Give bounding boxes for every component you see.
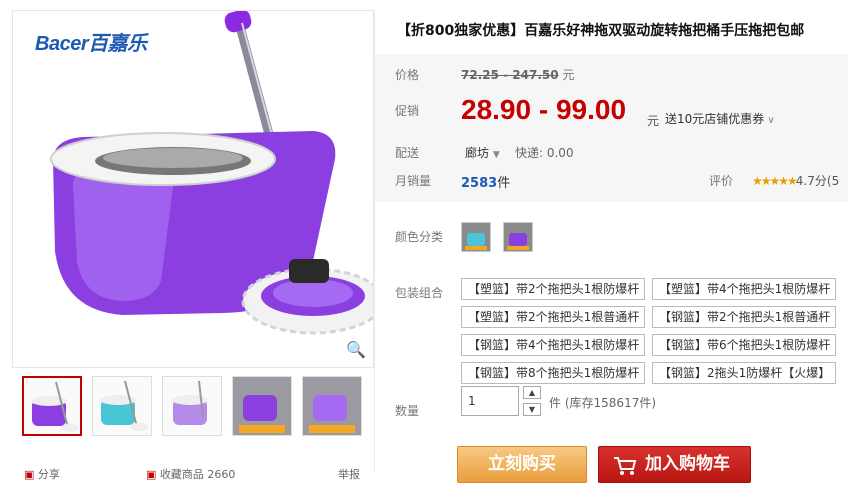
share-icon: ▣ — [24, 468, 35, 481]
promo-label: 促销 — [395, 104, 420, 118]
thumbnail-2[interactable] — [92, 376, 152, 436]
favorite-link[interactable]: ▣ 收藏商品 2660 — [146, 466, 235, 482]
package-option[interactable]: 【塑篮】带4个拖把头1根防爆杆 — [652, 278, 836, 300]
quantity-decrease-button[interactable]: ▼ — [523, 403, 541, 416]
package-option[interactable]: 【钢篮】带2个拖把头1根普通杆 — [652, 306, 836, 328]
rating-link[interactable]: ★★★★★4.7分(5 — [752, 172, 839, 189]
sales-label: 月销量 — [395, 174, 432, 188]
report-link[interactable]: 举报 — [338, 466, 360, 482]
express-fee: 快递: 0.00 — [515, 146, 574, 160]
monthly-sales: 2583件 — [461, 176, 511, 191]
quantity-label: 数量 — [395, 404, 420, 418]
thumbnail-3[interactable] — [162, 376, 222, 436]
buy-now-button[interactable]: 立刻购买 — [457, 446, 587, 483]
package-option[interactable]: 【塑篮】带2个拖把头1根普通杆 — [461, 306, 645, 328]
rating-stars: ★★★★★ — [752, 174, 798, 188]
share-link[interactable]: ▣ 分享 — [24, 466, 60, 482]
color-swatch-teal[interactable] — [461, 222, 491, 252]
package-option[interactable]: 【钢篮】带4个拖把头1根防爆杆 — [461, 334, 645, 356]
price-label: 价格 — [395, 68, 420, 82]
favorite-icon: ▣ — [146, 468, 157, 481]
ship-from-select[interactable]: 廊坊 ▼ — [465, 144, 500, 161]
quantity-increase-button[interactable]: ▲ — [523, 386, 541, 399]
color-swatch-purple[interactable] — [503, 222, 533, 252]
original-price: 72.25 - 247.50 元 — [461, 68, 575, 82]
thumbnail-5[interactable] — [302, 376, 362, 436]
promo-price: 28.90 - 99.00 — [461, 94, 627, 125]
chevron-down-icon: ∨ — [764, 115, 775, 126]
add-to-cart-button[interactable]: 加入购物车 — [598, 446, 751, 483]
gallery-actions: ▣ 分享 ▣ 收藏商品 2660 举报 — [12, 466, 374, 483]
price-panel: 价格 72.25 - 247.50 元 促销 28.90 - 99.00 元 送… — [375, 54, 848, 202]
package-option[interactable]: 【塑篮】带2个拖把头1根防爆杆 — [461, 278, 645, 300]
product-info: 【折800独家优惠】百嘉乐好神拖双驱动旋转拖把桶手压拖把包邮 价格 72.25 … — [374, 10, 848, 483]
main-product-image[interactable]: Bacer百嘉乐 🔍 — [12, 10, 374, 368]
favorite-count: 2660 — [207, 468, 236, 481]
coupon-dropdown[interactable]: 送10元店铺优惠券 ∨ — [665, 110, 775, 127]
thumbnail-1[interactable] — [22, 376, 82, 436]
promo-unit: 元 — [647, 114, 660, 128]
color-label: 颜色分类 — [395, 230, 444, 244]
ship-label: 配送 — [395, 146, 420, 160]
mop-bucket-illustration — [50, 11, 373, 335]
package-label: 包装组合 — [395, 286, 444, 300]
caret-down-icon: ▼ — [492, 150, 500, 160]
product-title: 【折800独家优惠】百嘉乐好神拖双驱动旋转拖把桶手压拖把包邮 — [397, 23, 805, 39]
thumbnail-4[interactable] — [232, 376, 292, 436]
magnifier-icon[interactable]: 🔍 — [345, 339, 367, 361]
thumbnail-strip — [12, 376, 374, 440]
quantity-input[interactable]: 1 — [461, 386, 519, 416]
cart-icon — [614, 457, 637, 475]
product-gallery: Bacer百嘉乐 🔍 ▣ 分享 ▣ 收藏商品 2660 举报 — [12, 10, 374, 481]
package-option[interactable]: 【钢篮】带8个拖把头1根防爆杆 — [461, 362, 645, 384]
stock-info: 件 (库存158617件) — [549, 396, 657, 410]
package-option[interactable]: 【钢篮】2拖头1防爆杆【火爆】 — [652, 362, 836, 384]
rating-label: 评价 — [709, 174, 734, 188]
package-option[interactable]: 【钢篮】带6个拖把头1根防爆杆 — [652, 334, 836, 356]
